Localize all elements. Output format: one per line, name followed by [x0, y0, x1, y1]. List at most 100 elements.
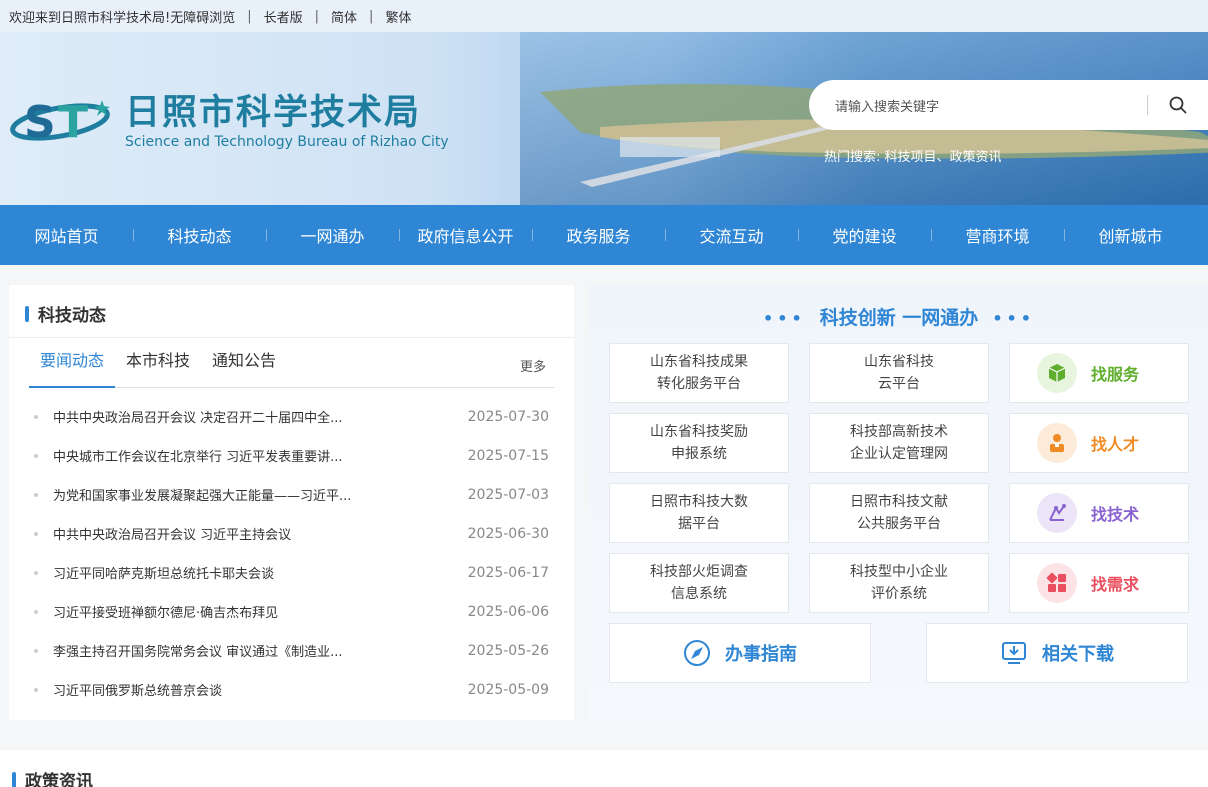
search-box: 请输入搜索关键字	[809, 80, 1208, 130]
news-date: 2025-07-03	[467, 486, 549, 503]
platform-line2: 据平台	[678, 516, 720, 532]
news-date: 2025-05-26	[467, 642, 549, 659]
service-title-text: 科技创新 一网通办	[819, 307, 979, 329]
site-title: 日照市科学技术局	[125, 93, 422, 133]
bullet	[34, 531, 38, 536]
news-title: 习近平同俄罗斯总统普京会谈	[53, 684, 223, 699]
platform-card[interactable]: 科技部火炬调查 信息系统	[609, 553, 789, 613]
svg-text:S: S	[24, 97, 56, 148]
news-title-text: 科技动态	[38, 306, 106, 326]
tab-notices[interactable]: 通知公告	[201, 348, 287, 388]
guide-button[interactable]: 办事指南	[609, 623, 871, 683]
nav-gov-service[interactable]: 政务服务	[532, 223, 665, 247]
more-link[interactable]: 更多	[520, 356, 546, 375]
nav-innovation[interactable]: 创新城市	[1064, 223, 1197, 247]
svg-text:T: T	[58, 97, 88, 148]
find-service-button[interactable]: 找服务	[1009, 343, 1189, 403]
separator: |	[314, 8, 320, 24]
nav-home[interactable]: 网站首页	[0, 223, 133, 247]
platform-card[interactable]: 山东省科技奖励 申报系统	[609, 413, 789, 473]
policy-section: 政策资讯	[0, 750, 1208, 787]
traditional-link[interactable]: 繁体	[385, 7, 411, 26]
title-bar	[12, 771, 16, 787]
platform-card[interactable]: 山东省科技成果 转化服务平台	[609, 343, 789, 403]
hot-search[interactable]: 热门搜索: 科技项目、政策资讯	[824, 146, 1002, 165]
elder-version-link[interactable]: 长者版	[264, 7, 303, 26]
bullet	[34, 492, 38, 497]
divider	[9, 337, 574, 338]
bullet	[34, 414, 38, 419]
platform-line2: 转化服务平台	[657, 376, 741, 392]
find-tech-label: 找技术	[1091, 505, 1140, 524]
list-item[interactable]: 为党和国家事业发展凝聚起强大正能量——习近平... 2025-07-03	[34, 475, 549, 514]
news-date: 2025-06-30	[467, 525, 549, 542]
list-item[interactable]: 中共中央政治局召开会议 习近平主持会议 2025-06-30	[34, 514, 549, 553]
find-talent-button[interactable]: 找人才	[1009, 413, 1189, 473]
news-date: 2025-07-15	[467, 447, 549, 464]
header-banner: S T 日照市科学技术局 Science and Technology Bure…	[0, 32, 1208, 205]
news-panel: 科技动态 要闻动态 本市科技 通知公告 更多 中共中央政治局召开会议 决定召开二…	[9, 285, 574, 720]
platform-card[interactable]: 日照市科技大数 据平台	[609, 483, 789, 543]
list-item[interactable]: 中共中央政治局召开会议 决定召开二十届四中全... 2025-07-30	[34, 397, 549, 436]
search-button[interactable]	[1148, 80, 1208, 130]
find-service-label: 找服务	[1091, 365, 1140, 384]
platform-line1: 日照市科技大数	[650, 494, 748, 510]
nav-gov-info[interactable]: 政府信息公开	[399, 223, 532, 247]
nav-tech-news[interactable]: 科技动态	[133, 223, 266, 247]
news-section-title: 科技动态	[25, 301, 106, 326]
accessible-link[interactable]: 无障碍浏览	[170, 7, 235, 26]
news-title: 李强主持召开国务院常务会议 审议通过《制造业...	[53, 645, 343, 660]
service-panel: ••• 科技创新 一网通办 ••• 山东省科技成果 转化服务平台 山东省科技云平台 山…	[590, 285, 1208, 720]
find-tech-button[interactable]: 找技术	[1009, 483, 1189, 543]
nav-business[interactable]: 营商环境	[931, 223, 1064, 247]
platform-line1: 科技部火炬调查	[650, 564, 748, 580]
dots-decoration: •••	[992, 309, 1035, 328]
nav-interaction[interactable]: 交流互动	[665, 223, 798, 247]
main-nav: 网站首页 科技动态 一网通办 政府信息公开 政务服务 交流互动 党的建设 营商环…	[0, 205, 1208, 265]
site-logo[interactable]: S T 日照市科学技术局 Science and Technology Bure…	[10, 92, 449, 152]
news-title: 为党和国家事业发展凝聚起强大正能量——习近平...	[53, 489, 352, 504]
grid-icon	[1037, 563, 1077, 603]
list-item[interactable]: 中央城市工作会议在北京举行 习近平发表重要讲... 2025-07-15	[34, 436, 549, 475]
platform-card[interactable]: 日照市科技文献 公共服务平台	[809, 483, 989, 543]
platform-card[interactable]: 山东省科技 云平台	[809, 343, 989, 403]
cube-icon	[1037, 353, 1077, 393]
logo-mark: S T	[10, 92, 115, 152]
bullet	[34, 609, 38, 614]
news-date: 2025-06-06	[467, 603, 549, 620]
separator: |	[369, 8, 374, 24]
dots-decoration: •••	[763, 309, 806, 328]
bullet	[34, 453, 38, 458]
list-item[interactable]: 习近平同哈萨克斯坦总统托卡耶夫会谈 2025-06-17	[34, 553, 549, 592]
platform-line2: 云平台	[878, 376, 920, 392]
platform-line2: 公共服务平台	[857, 516, 941, 532]
news-title: 习近平接受班禅额尔德尼·确吉杰布拜见	[53, 606, 279, 621]
find-demand-label: 找需求	[1091, 575, 1140, 594]
news-list: 中共中央政治局召开会议 决定召开二十届四中全... 2025-07-30 中央城市…	[34, 397, 549, 709]
bullet	[34, 687, 38, 692]
nav-one-stop[interactable]: 一网通办	[266, 223, 399, 247]
news-date: 2025-06-17	[467, 564, 549, 581]
platform-line2: 评价系统	[871, 586, 927, 602]
policy-section-title: 政策资讯	[12, 767, 93, 787]
platform-card[interactable]: 科技型中小企业 评价系统	[809, 553, 989, 613]
search-input[interactable]: 请输入搜索关键字	[835, 96, 1147, 115]
news-title: 中央城市工作会议在北京举行 习近平发表重要讲...	[53, 450, 343, 465]
find-demand-button[interactable]: 找需求	[1009, 553, 1189, 613]
news-date: 2025-07-30	[467, 408, 549, 425]
tab-headlines[interactable]: 要闻动态	[29, 348, 116, 388]
platform-card[interactable]: 科技部高新技术 企业认定管理网	[809, 413, 989, 473]
platform-line2: 信息系统	[671, 586, 727, 602]
platform-line1: 山东省科技	[864, 354, 934, 370]
title-bar	[25, 305, 29, 322]
news-date: 2025-05-09	[467, 681, 549, 698]
list-item[interactable]: 李强主持召开国务院常务会议 审议通过《制造业... 2025-05-26	[34, 631, 549, 670]
nav-party[interactable]: 党的建设	[798, 223, 931, 247]
separator: |	[247, 8, 252, 24]
tab-local-tech[interactable]: 本市科技	[115, 348, 201, 388]
download-button[interactable]: 相关下载	[926, 623, 1188, 683]
simplified-link[interactable]: 简体	[331, 7, 357, 26]
platform-line1: 科技型中小企业	[850, 564, 948, 580]
list-item[interactable]: 习近平接受班禅额尔德尼·确吉杰布拜见 2025-06-06	[34, 592, 549, 631]
list-item[interactable]: 习近平同俄罗斯总统普京会谈 2025-05-09	[34, 670, 549, 709]
